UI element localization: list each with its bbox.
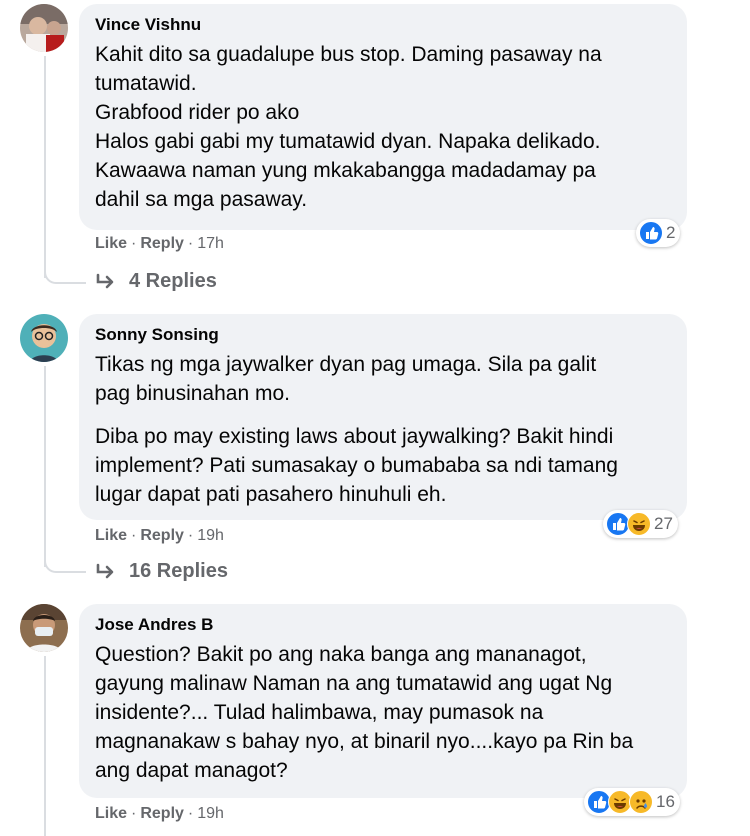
comment-text-line: Kawaawa naman yung mkakabangga madadamay…	[95, 159, 596, 182]
comment-text-line: lugar dapat pati pasahero hinuhuli eh.	[95, 483, 447, 506]
comment-author[interactable]: Vince Vishnu	[95, 14, 671, 36]
reply-arrow-icon	[96, 273, 114, 288]
comment-actions: Like · Reply · 19h	[95, 527, 224, 544]
like-button[interactable]: Like	[95, 235, 127, 252]
reaction-summary[interactable]: 2	[636, 219, 681, 247]
view-replies-button[interactable]: 16 Replies	[95, 560, 228, 583]
comment-bubble: Jose Andres B Question? Bakit po ang nak…	[79, 604, 687, 798]
reply-button[interactable]: Reply	[140, 235, 184, 252]
reaction-count: 27	[654, 514, 673, 533]
reaction-count: 16	[656, 792, 675, 811]
comment-text-line: Tikas ng mga jaywalker dyan pag umaga. S…	[95, 353, 597, 376]
comment-timestamp[interactable]: 19h	[197, 527, 224, 544]
comment-text-line: Diba po may existing laws about jaywalki…	[95, 425, 614, 448]
avatar[interactable]	[20, 4, 68, 52]
comment-text-line: magnanakaw s bahay nyo, at binaril nyo..…	[95, 730, 634, 753]
comment-actions: Like · Reply · 17h	[95, 235, 224, 252]
comment-text-line: Halos gabi gabi my tumatawid dyan. Napak…	[95, 130, 601, 153]
comment-timestamp[interactable]: 17h	[197, 235, 224, 252]
comment-text-line: dahil sa mga pasaway.	[95, 188, 308, 211]
reply-button[interactable]: Reply	[140, 527, 184, 544]
thread-line	[44, 656, 46, 836]
comment-text-line: Grabfood rider po ako	[95, 101, 300, 124]
sad-icon	[629, 790, 653, 814]
replies-label: 4 Replies	[129, 270, 217, 292]
avatar[interactable]	[20, 604, 68, 652]
reaction-summary[interactable]: 27	[603, 510, 678, 538]
comment-text-line: insidente?... Tulad halimbawa, may pumas…	[95, 701, 544, 724]
haha-icon	[627, 512, 651, 536]
comment-text-line: gayung malinaw Naman na ang tumatawid an…	[95, 672, 613, 695]
view-replies-button[interactable]: 4 Replies	[95, 270, 217, 293]
comment-text-line: pag binusinahan mo.	[95, 382, 290, 405]
comment-text-line: Question? Bakit po ang naka banga ang ma…	[95, 643, 587, 666]
thread-line	[44, 56, 46, 278]
comment-author[interactable]: Jose Andres B	[95, 614, 671, 636]
comment-text-line: ang dapat managot?	[95, 759, 288, 782]
like-button[interactable]: Like	[95, 805, 127, 822]
comment-author[interactable]: Sonny Sonsing	[95, 324, 671, 346]
avatar[interactable]	[20, 314, 68, 362]
replies-label: 16 Replies	[129, 560, 228, 582]
reply-button[interactable]: Reply	[140, 805, 184, 822]
comment-text-line: tumatawid.	[95, 72, 197, 95]
thread-branch	[44, 557, 86, 573]
reaction-summary[interactable]: 16	[584, 788, 680, 816]
like-button[interactable]: Like	[95, 527, 127, 544]
reaction-count: 2	[666, 223, 676, 242]
comment-bubble: Vince Vishnu Kahit dito sa guadalupe bus…	[79, 4, 687, 230]
comment-text-line: implement? Pati sumasakay o bumababa sa …	[95, 454, 618, 477]
comment-bubble: Sonny Sonsing Tikas ng mga jaywalker dya…	[79, 314, 687, 520]
comment-actions: Like · Reply · 19h	[95, 805, 224, 822]
thread-line	[44, 366, 46, 567]
like-icon	[639, 221, 663, 245]
comment-timestamp[interactable]: 19h	[197, 805, 224, 822]
thread-branch	[44, 268, 86, 284]
comment-text-line: Kahit dito sa guadalupe bus stop. Daming…	[95, 43, 602, 66]
reply-arrow-icon	[96, 563, 114, 578]
